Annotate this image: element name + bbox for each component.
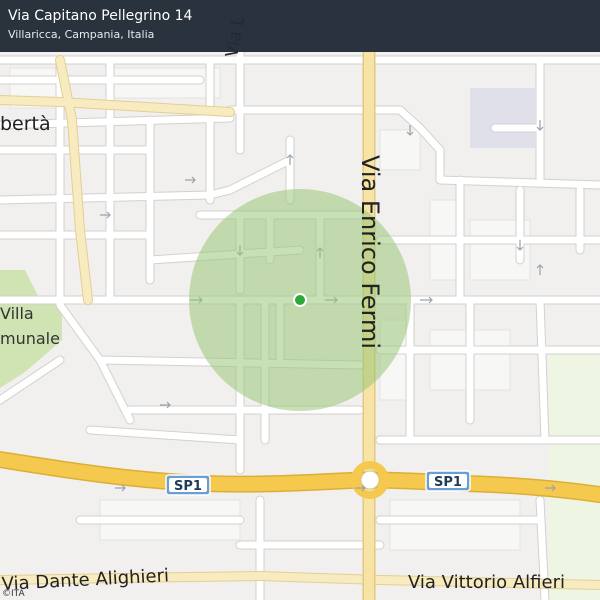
highway-shield-sp1-left: SP1 (165, 474, 211, 496)
current-location-marker[interactable] (293, 293, 307, 307)
road-label-vittorio: Via Vittorio Alfieri (408, 572, 565, 593)
address-title: Via Capitano Pellegrino 14 (8, 8, 193, 24)
industrial-block (470, 88, 535, 148)
location-header: Via Capitano Pellegrino 14 Villaricca, C… (0, 0, 600, 52)
highway-shield-sp1-right: SP1 (425, 470, 471, 492)
highway-shield-sp1-right-text: SP1 (434, 475, 462, 490)
address-subtitle: Villaricca, Campania, Italia (8, 28, 155, 41)
map-attribution[interactable]: ©ITA (2, 589, 25, 599)
road-label-liberta: bertà (0, 113, 51, 135)
road-label-enrico-fermi: Via Enrico Fermi (356, 155, 384, 349)
place-label-line2: munale (0, 329, 60, 348)
highway-shield-sp1-left-text: SP1 (174, 479, 202, 494)
place-label-line1: Villa (0, 304, 34, 323)
map-canvas[interactable]: Via Enrico Fermi Via L bertà Via Dante A… (0, 0, 600, 600)
